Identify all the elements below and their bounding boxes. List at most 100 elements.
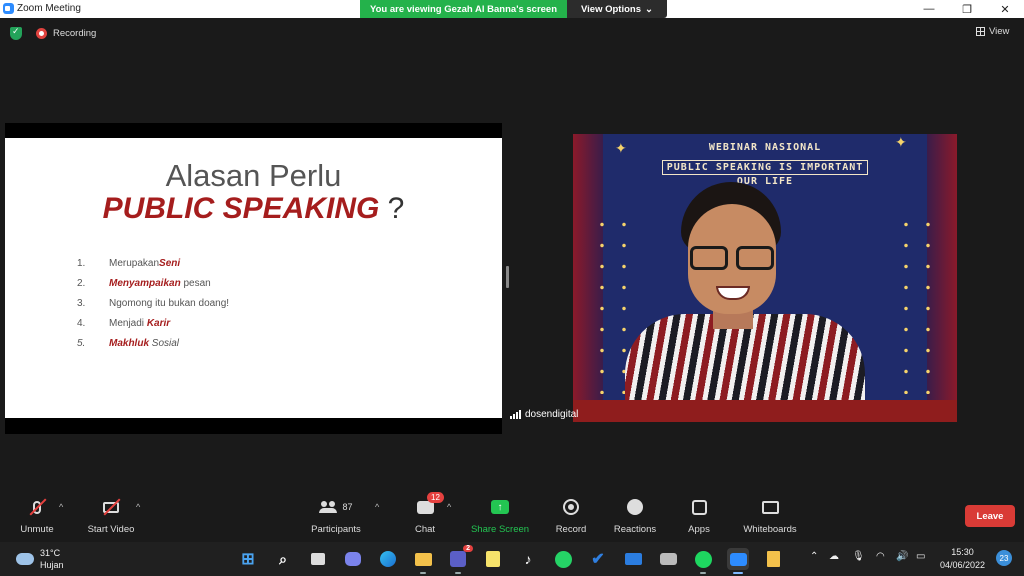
share-screen-label: Share Screen [470,524,530,535]
windows-taskbar: 31°C Hujan ⊞ ⌕ 2 ♪ ✔ ⌃ ☁ 🎙 ◠ 🔊 ▭ 15:30 0… [0,542,1024,576]
record-label: Record [555,524,587,535]
list-number: 3. [77,298,86,309]
security-shield-icon[interactable] [10,26,22,40]
view-layout-button[interactable]: View [976,26,1009,37]
start-button[interactable]: ⊞ [237,548,259,570]
recording-icon[interactable] [36,28,47,39]
participants-count: 87 [342,502,353,512]
file-explorer-button[interactable] [412,548,434,574]
leave-button[interactable]: Leave [965,505,1015,527]
grid-icon [976,27,985,36]
chat-options-caret[interactable]: ^ [447,502,451,512]
whiteboards-button[interactable]: Whiteboards [735,498,805,535]
weather-widget[interactable]: 31°C Hujan [16,547,64,571]
slide-title: Alasan Perlu [165,158,342,193]
unmute-label: Unmute [20,524,54,535]
zoom-app-icon [3,3,14,14]
banner-line-2: PUBLIC SPEAKING IS IMPORTANT [661,160,869,175]
signal-bars-icon [510,409,521,419]
whatsapp-icon [554,550,572,568]
tiktok-button[interactable]: ♪ [517,548,539,570]
smiley-icon [625,498,645,516]
list-item: 4. Menjadi Karir [77,318,229,338]
view-options-button[interactable]: View Options ⌄ [567,0,667,18]
list-number: 4. [77,318,86,329]
onedrive-cloud-icon[interactable]: ☁ [829,551,839,562]
stage-floor [573,400,957,422]
list-number: 1. [77,258,86,269]
teams-button[interactable]: 2 [447,545,473,574]
file-app-button[interactable] [762,548,784,570]
audio-options-caret[interactable]: ^ [59,502,63,512]
list-item: 3. Ngomong itu bukan doang! [77,298,229,318]
reactions-button[interactable]: Reactions [600,498,670,535]
banner-line-3: OUR LIFE [736,176,794,187]
whatsapp-button[interactable] [552,548,574,570]
running-indicator [733,572,743,574]
edge-button[interactable] [377,548,399,570]
view-label: View [989,26,1010,37]
task-view-icon [311,553,325,565]
spotify-icon [694,550,712,568]
record-icon [561,498,581,516]
title-bar: Zoom Meeting You are viewing Gezah Al Ba… [0,0,1024,18]
slide-subtitle-suffix: ? [379,192,405,225]
share-screen-button[interactable]: ↑ Share Screen [465,498,535,535]
wifi-icon[interactable]: ◠ [876,551,885,562]
lights-right [895,214,939,394]
zoom-meeting-window: Zoom Meeting You are viewing Gezah Al Ba… [0,0,1024,576]
chat-badge: 12 [427,492,444,503]
zoom-taskbar-button[interactable] [727,548,749,574]
video-off-icon [101,498,121,516]
rain-cloud-icon [16,553,34,565]
list-text-after: Sosial [149,338,180,349]
notepad-button[interactable] [482,548,504,570]
teams-chat-button[interactable] [342,548,364,570]
list-text: Ngomong itu bukan doang! [109,298,230,309]
mail-icon [624,553,642,565]
participant-video[interactable]: ✦ ✦ WEBINAR NASIONAL PUBLIC SPEAKING IS … [573,134,957,422]
split-resize-handle[interactable] [506,266,509,288]
participants-options-caret[interactable]: ^ [375,502,379,512]
camera-button[interactable] [657,548,679,570]
clock-date: 04/06/2022 [940,560,986,570]
task-view-button[interactable] [307,548,329,570]
video-options-caret[interactable]: ^ [136,502,140,512]
running-indicator [455,572,461,574]
battery-icon[interactable]: ▭ [916,551,925,562]
list-text: Merupakan [109,258,160,269]
webinar-banner: WEBINAR NASIONAL PUBLIC SPEAKING IS IMPO… [643,142,887,187]
minimize-button[interactable]: — [910,0,948,18]
slide-list: 1. Merupakan Seni 2. Menyampaikan pesan 3.… [77,258,229,358]
speaker-icon[interactable]: 🔊 [896,551,908,562]
participants-button[interactable]: 87 Participants [301,498,371,535]
todo-button[interactable]: ✔ [587,548,609,570]
record-button[interactable]: Record [536,498,606,535]
search-button[interactable]: ⌕ [272,548,294,570]
maximize-button[interactable]: ❐ [948,0,986,18]
windows-icon: ⊞ [241,551,255,568]
list-highlight: Makhluk [109,338,150,349]
document-icon [766,551,780,567]
microphone-muted-icon [27,498,47,516]
system-clock[interactable]: 15:30 04/06/2022 [940,546,985,572]
participants-label: Participants [311,524,361,535]
running-indicator [700,572,706,574]
close-button[interactable]: ✕ [986,0,1024,18]
slide-subtitle: PUBLIC SPEAKING ? [5,192,502,226]
meeting-toolbar: Unmute ^ Start Video ^ 87 Participants ^… [0,492,1024,542]
weather-text: 31°C Hujan [40,547,64,571]
chevron-up-icon[interactable]: ⌃ [810,551,818,562]
list-item: 5. Makhluk Sosial [77,338,229,358]
lens [736,246,774,270]
spotify-button[interactable] [692,548,714,574]
sticky-note-icon [486,551,500,567]
mail-button[interactable] [622,548,644,570]
view-options-label: View Options [581,3,642,15]
participant-name-tag: dosendigital [510,407,578,421]
apps-label: Apps [688,524,710,535]
microphone-icon[interactable]: 🎙 [852,551,865,562]
notification-badge[interactable]: 23 [996,550,1012,566]
apps-button[interactable]: Apps [664,498,734,535]
temperature: 31°C [40,548,61,558]
